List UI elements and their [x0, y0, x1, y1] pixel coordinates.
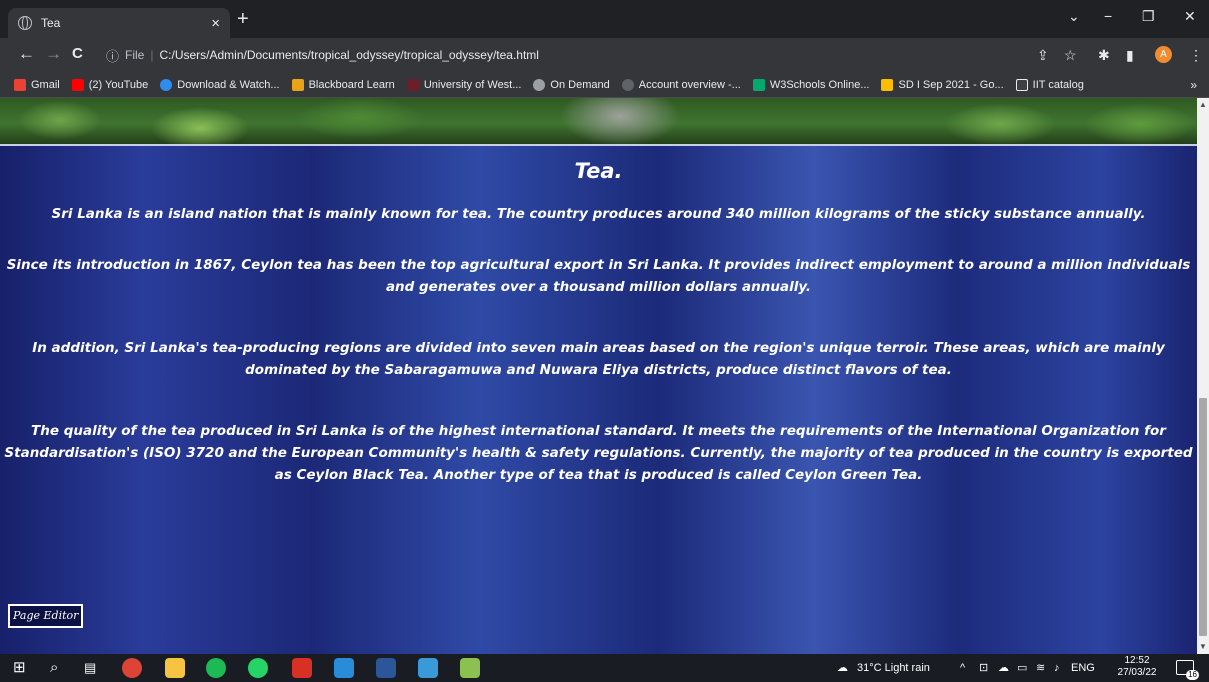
reload-button[interactable]: C — [72, 45, 83, 63]
close-window-button[interactable]: ✕ — [1184, 8, 1196, 24]
weather-status[interactable]: 31°C Light rain — [857, 661, 930, 675]
page-scrollbar[interactable]: ▲ ▼ — [1197, 98, 1209, 654]
side-panel-icon[interactable]: ▮ — [1126, 47, 1134, 63]
globe-icon — [18, 16, 32, 30]
forward-button[interactable]: → — [45, 45, 62, 63]
bookmark-university[interactable]: University of West... — [406, 78, 521, 91]
account-icon — [621, 78, 634, 91]
share-icon[interactable]: ⇪ — [1037, 47, 1049, 63]
back-button[interactable]: ← — [18, 45, 35, 63]
tab-search-icon[interactable]: ⌄ — [1068, 8, 1080, 24]
onedrive-icon[interactable]: ☁ — [998, 661, 1009, 675]
volume-icon[interactable]: ♪ — [1054, 661, 1060, 675]
paragraph-quality: The quality of the tea produced in Sri L… — [4, 423, 1193, 483]
catalog-icon — [1015, 78, 1028, 91]
tab-close-icon[interactable]: × — [211, 16, 220, 31]
whatsapp-icon[interactable] — [248, 658, 268, 678]
clock-time: 12:52 — [1124, 655, 1150, 666]
w3schools-icon — [752, 78, 765, 91]
on-demand-icon — [533, 78, 546, 91]
play-icon — [160, 78, 173, 91]
tab-tea[interactable]: Tea × — [8, 8, 230, 38]
scrollbar-thumb[interactable] — [1199, 398, 1207, 636]
tab-title: Tea — [41, 16, 61, 30]
weather-icon[interactable]: ☁ — [837, 661, 848, 675]
browser-toolbar: ← → C ⓘ File | C:/Users/Admin/Documents/… — [0, 38, 1209, 72]
task-view-icon[interactable]: ▤ — [84, 659, 96, 677]
clock-date: 27/03/22 — [1117, 667, 1157, 678]
meet-now-icon[interactable]: ⊡ — [979, 661, 988, 675]
bookmark-iit-catalog[interactable]: IIT catalog — [1015, 78, 1084, 91]
bookmarks-overflow-icon[interactable]: » — [1190, 78, 1197, 92]
bookmark-on-demand[interactable]: On Demand — [533, 78, 610, 91]
bookmark-star-icon[interactable]: ☆ — [1064, 47, 1077, 63]
extensions-icon[interactable]: ✱ — [1098, 47, 1110, 63]
chrome-icon[interactable] — [122, 658, 142, 678]
word-icon[interactable] — [376, 658, 396, 678]
menu-kebab-icon[interactable]: ⋮ — [1189, 47, 1203, 63]
notification-count: 16 — [1186, 670, 1199, 680]
windows-start-icon[interactable]: ⊞ — [13, 659, 26, 677]
address-separator: | — [150, 48, 154, 62]
scroll-up-icon[interactable]: ▲ — [1197, 98, 1209, 112]
university-icon — [406, 78, 419, 91]
language-indicator[interactable]: ENG — [1071, 661, 1095, 675]
page-viewport: Tea. Sri Lanka is an island nation that … — [0, 98, 1197, 654]
restore-button[interactable]: ❐ — [1142, 8, 1155, 24]
tea-leaves-banner — [0, 98, 1197, 146]
bookmark-download-watch[interactable]: Download & Watch... — [160, 78, 280, 91]
windows-taskbar: ⊞ ⌕ ▤ ☁ 31°C Light rain ^ ⊡ ☁ ▭ ≋ ♪ ENG … — [0, 654, 1209, 682]
bookmark-blackboard[interactable]: Blackboard Learn — [291, 78, 395, 91]
page-editor-button[interactable]: Page Editor — [8, 604, 84, 628]
search-icon[interactable]: ⌕ — [50, 659, 58, 677]
notepad-icon[interactable] — [460, 658, 480, 678]
wifi-icon[interactable]: ≋ — [1036, 661, 1045, 675]
scroll-down-icon[interactable]: ▼ — [1197, 640, 1209, 654]
address-scheme: File — [125, 48, 145, 62]
drive-icon — [881, 78, 894, 91]
notification-icon[interactable]: 16 — [1176, 660, 1199, 680]
photos-icon[interactable] — [418, 658, 438, 678]
tray-chevron-icon[interactable]: ^ — [960, 661, 965, 675]
blackboard-icon — [291, 78, 304, 91]
clock[interactable]: 12:52 27/03/22 — [1117, 655, 1157, 679]
bookmark-sd[interactable]: SD I Sep 2021 - Go... — [881, 78, 1004, 91]
profile-avatar[interactable]: A — [1155, 46, 1172, 63]
spotify-icon[interactable] — [206, 658, 226, 678]
youtube-icon — [71, 78, 84, 91]
address-url[interactable]: C:/Users/Admin/Documents/tropical_odysse… — [159, 48, 539, 62]
paragraph-history: Since its introduction in 1867, Ceylon t… — [6, 257, 1191, 295]
file-explorer-icon[interactable] — [165, 658, 185, 678]
paragraph-production: Sri Lanka is an island nation that is ma… — [51, 206, 1146, 222]
minimize-button[interactable]: − — [1104, 8, 1112, 24]
battery-icon[interactable]: ▭ — [1017, 661, 1027, 675]
tab-strip: Tea × + ⌄ − ❐ ✕ — [0, 0, 1209, 38]
gmail-icon — [14, 78, 26, 91]
bookmark-account-overview[interactable]: Account overview -... — [621, 78, 741, 91]
bookmark-gmail[interactable]: Gmail — [14, 78, 60, 91]
address-bar[interactable]: ⓘ File | C:/Users/Admin/Documents/tropic… — [106, 42, 1061, 68]
store-icon[interactable] — [334, 658, 354, 678]
bookmark-w3schools[interactable]: W3Schools Online... — [752, 78, 869, 91]
bookmark-youtube[interactable]: (2) YouTube — [71, 78, 148, 91]
tea-content: Tea. Sri Lanka is an island nation that … — [0, 146, 1197, 654]
bookmarks-bar: Gmail (2) YouTube Download & Watch... Bl… — [0, 72, 1209, 98]
new-tab-button[interactable]: + — [237, 9, 249, 29]
paragraph-regions: In addition, Sri Lanka's tea-producing r… — [32, 340, 1165, 378]
acrobat-icon[interactable] — [292, 658, 312, 678]
site-info-icon[interactable]: ⓘ — [106, 46, 119, 65]
page-title: Tea. — [574, 159, 623, 183]
